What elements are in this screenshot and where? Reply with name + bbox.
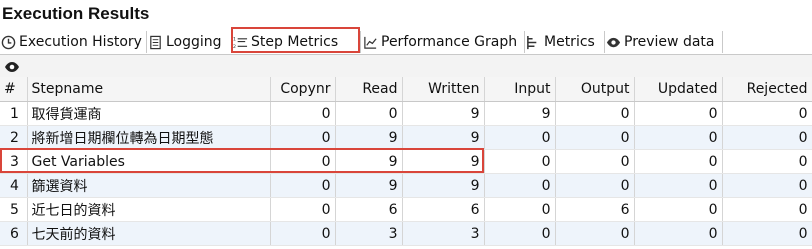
input-cell: 0 xyxy=(484,173,556,198)
read-cell: 3 xyxy=(335,221,403,246)
tab-logging[interactable]: Logging xyxy=(147,31,232,53)
row-number: 5 xyxy=(0,197,28,222)
rejected-cell: 0 xyxy=(722,125,812,150)
written-cell: 6 xyxy=(402,197,485,222)
stepname-cell: 取得貨運商 xyxy=(27,101,271,126)
svg-text:2: 2 xyxy=(233,44,236,50)
written-cell: 9 xyxy=(402,125,485,150)
tab-label: Execution History xyxy=(19,34,142,50)
list-icon: 12 xyxy=(232,34,248,50)
tab-preview-data[interactable]: Preview data xyxy=(605,31,723,53)
row-number: 3 xyxy=(0,149,28,174)
stepname-cell: 七天前的資料 xyxy=(27,221,271,246)
rejected-cell: 0 xyxy=(722,149,812,174)
svg-text:1: 1 xyxy=(233,36,236,42)
column-header[interactable]: Stepname xyxy=(27,77,271,102)
read-cell: 9 xyxy=(335,173,403,198)
updated-cell: 0 xyxy=(634,197,723,222)
tab-bar: Execution History Logging 12 Step Metric… xyxy=(0,30,812,55)
updated-cell: 0 xyxy=(634,125,723,150)
output-cell: 0 xyxy=(555,173,635,198)
written-cell: 9 xyxy=(402,101,485,126)
copynr-cell: 0 xyxy=(270,125,336,150)
output-cell: 6 xyxy=(555,197,635,222)
tab-label: Step Metrics xyxy=(251,34,339,50)
tab-label: Metrics xyxy=(544,34,595,50)
table-row[interactable]: 5 近七日的資料 0 6 6 0 6 0 0 xyxy=(0,197,812,222)
table-header-row: # Stepname Copynr Read Written Input Out… xyxy=(0,77,812,102)
written-cell: 9 xyxy=(402,173,485,198)
output-cell: 0 xyxy=(555,101,635,126)
tab-execution-history[interactable]: Execution History xyxy=(0,31,147,53)
input-cell: 0 xyxy=(484,149,556,174)
copynr-cell: 0 xyxy=(270,101,336,126)
updated-cell: 0 xyxy=(634,221,723,246)
rejected-cell: 0 xyxy=(722,197,812,222)
updated-cell: 0 xyxy=(634,149,723,174)
clock-icon xyxy=(0,34,16,50)
table-row[interactable]: 3 Get Variables 0 9 9 0 0 0 0 xyxy=(0,149,812,174)
output-cell: 0 xyxy=(555,221,635,246)
input-cell: 9 xyxy=(484,101,556,126)
line-chart-icon xyxy=(362,34,378,50)
row-number: 1 xyxy=(0,101,28,126)
rejected-cell: 0 xyxy=(722,101,812,126)
input-cell: 0 xyxy=(484,221,556,246)
read-cell: 6 xyxy=(335,197,403,222)
toolbar xyxy=(0,55,812,77)
read-cell: 9 xyxy=(335,125,403,150)
column-header[interactable]: Copynr xyxy=(270,77,336,102)
column-header[interactable]: Rejected xyxy=(722,77,812,102)
copynr-cell: 0 xyxy=(270,173,336,198)
column-header[interactable]: Updated xyxy=(634,77,723,102)
updated-cell: 0 xyxy=(634,101,723,126)
input-cell: 0 xyxy=(484,197,556,222)
copynr-cell: 0 xyxy=(270,221,336,246)
stepname-cell: Get Variables xyxy=(27,149,271,174)
written-cell: 9 xyxy=(402,149,485,174)
eye-icon[interactable] xyxy=(4,59,20,73)
tab-label: Preview data xyxy=(624,34,715,50)
stepname-cell: 篩選資料 xyxy=(27,173,271,198)
column-header[interactable]: Output xyxy=(555,77,635,102)
copynr-cell: 0 xyxy=(270,149,336,174)
tab-metrics[interactable]: Metrics xyxy=(525,31,605,53)
output-cell: 0 xyxy=(555,125,635,150)
column-header[interactable]: Input xyxy=(484,77,556,102)
step-metrics-table: # Stepname Copynr Read Written Input Out… xyxy=(0,77,812,246)
stepname-cell: 將新增日期欄位轉為日期型態 xyxy=(27,125,271,150)
written-cell: 3 xyxy=(402,221,485,246)
tab-performance-graph[interactable]: Performance Graph xyxy=(362,31,525,53)
input-cell: 0 xyxy=(484,125,556,150)
stepname-cell: 近七日的資料 xyxy=(27,197,271,222)
column-header[interactable]: # xyxy=(0,77,28,102)
eye-icon xyxy=(605,34,621,50)
document-icon xyxy=(147,34,163,50)
output-cell: 0 xyxy=(555,149,635,174)
table-row[interactable]: 1 取得貨運商 0 0 9 9 0 0 0 xyxy=(0,101,812,126)
tab-label: Performance Graph xyxy=(381,34,518,50)
tab-label: Logging xyxy=(166,34,222,50)
row-number: 4 xyxy=(0,173,28,198)
panel-title: Execution Results xyxy=(2,4,150,23)
column-header[interactable]: Read xyxy=(335,77,403,102)
read-cell: 0 xyxy=(335,101,403,126)
row-number: 2 xyxy=(0,125,28,150)
metrics-icon xyxy=(525,34,541,50)
tab-step-metrics[interactable]: 12 Step Metrics xyxy=(232,31,361,53)
row-number: 6 xyxy=(0,221,28,246)
rejected-cell: 0 xyxy=(722,221,812,246)
read-cell: 9 xyxy=(335,149,403,174)
copynr-cell: 0 xyxy=(270,197,336,222)
column-header[interactable]: Written xyxy=(402,77,485,102)
rejected-cell: 0 xyxy=(722,173,812,198)
table-row[interactable]: 2 將新增日期欄位轉為日期型態 0 9 9 0 0 0 0 xyxy=(0,125,812,150)
table-row[interactable]: 6 七天前的資料 0 3 3 0 0 0 0 xyxy=(0,221,812,246)
updated-cell: 0 xyxy=(634,173,723,198)
table-row[interactable]: 4 篩選資料 0 9 9 0 0 0 0 xyxy=(0,173,812,198)
